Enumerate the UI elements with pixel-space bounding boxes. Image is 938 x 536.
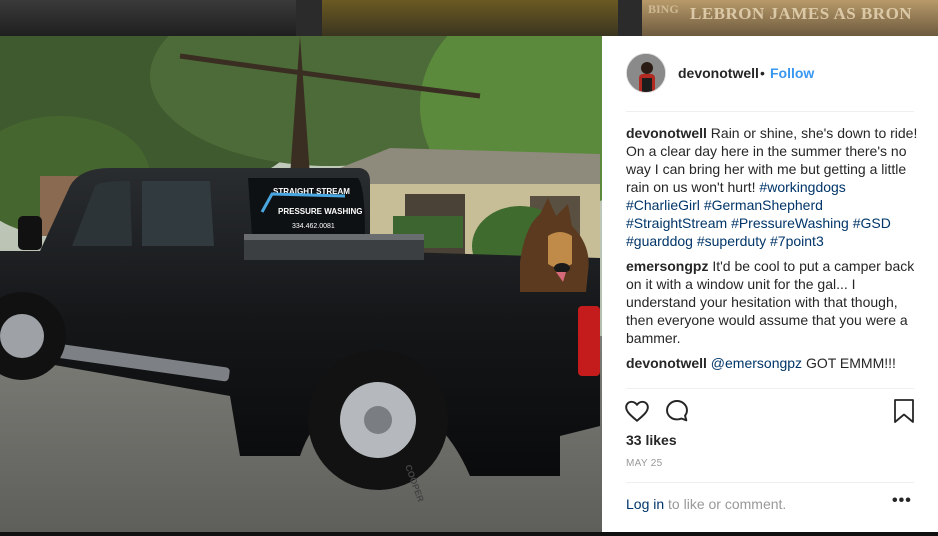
hashtag[interactable]: #workingdogs (759, 179, 845, 195)
hashtag[interactable]: #StraightStream (626, 215, 727, 231)
background-posts-strip: BING LEBRON JAMES AS BRON (0, 0, 938, 36)
avatar[interactable] (626, 53, 666, 93)
heart-icon[interactable] (624, 398, 650, 429)
hashtag[interactable]: #CharlieGirl (626, 197, 700, 213)
more-options-icon[interactable]: ••• (892, 492, 912, 510)
hashtag[interactable]: #GermanShepherd (704, 197, 823, 213)
login-prompt: Log in to like or comment. (626, 496, 786, 512)
header-username[interactable]: devonotwell (678, 65, 759, 81)
comment-icon[interactable] (664, 398, 690, 429)
hashtag[interactable]: #superduty (697, 233, 766, 249)
follow-button[interactable]: Follow (770, 65, 814, 81)
comments-list: devonotwell Rain or shine, she's down to… (626, 124, 918, 379)
login-prompt-text: to like or comment. (668, 496, 787, 512)
comment-username[interactable]: emersongpz (626, 258, 708, 274)
background-tile-middle[interactable] (322, 0, 618, 36)
post-details-panel: devonotwell • Follow devonotwell Rain or… (602, 36, 938, 532)
decal-line2: PRESSURE WASHING (278, 207, 362, 216)
login-divider (626, 482, 914, 483)
header-divider (626, 111, 914, 112)
bottom-edge (0, 532, 938, 536)
actions-divider (626, 388, 914, 389)
comment-username[interactable]: devonotwell (626, 355, 707, 371)
caption-comment: devonotwell Rain or shine, she's down to… (626, 124, 918, 250)
caption-username[interactable]: devonotwell (626, 125, 707, 141)
background-tile-left[interactable] (0, 0, 296, 36)
post-photo[interactable]: STRAIGHT STREAM PRESSURE WASHING 334.462… (0, 36, 602, 532)
comment-item: emersongpz It'd be cool to put a camper … (626, 257, 918, 347)
header-separator-dot: • (760, 65, 765, 81)
hashtag[interactable]: #GSD (853, 215, 891, 231)
comment-text: GOT EMMM!!! (805, 355, 896, 371)
hashtag[interactable]: #PressureWashing (731, 215, 849, 231)
comment-mention[interactable]: @emersongpz (711, 355, 802, 371)
truck-photo-illustration: STRAIGHT STREAM PRESSURE WASHING 334.462… (0, 36, 602, 532)
hashtag[interactable]: #7point3 (770, 233, 824, 249)
background-tile-text-small: BING (648, 2, 679, 16)
post-header: devonotwell • Follow (602, 36, 938, 111)
avatar-image (627, 54, 665, 92)
comment-item: devonotwell @emersongpz GOT EMMM!!! (626, 354, 918, 372)
decal-phone: 334.462.0081 (292, 223, 335, 230)
post-date[interactable]: MAY 25 (626, 458, 662, 469)
post-actions (602, 396, 938, 436)
hashtag[interactable]: #guarddog (626, 233, 693, 249)
bookmark-icon[interactable] (892, 398, 916, 429)
login-link[interactable]: Log in (626, 496, 664, 512)
likes-count[interactable]: 33 likes (626, 432, 677, 448)
background-tile-text: LEBRON JAMES AS BRON (690, 4, 913, 23)
